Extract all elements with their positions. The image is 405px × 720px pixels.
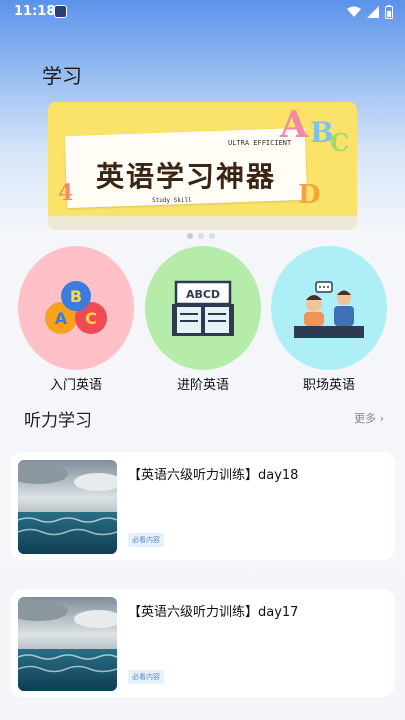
banner-bottom-strip <box>48 216 357 230</box>
app-icon <box>54 5 67 18</box>
page-title: 学习 <box>42 64 82 88</box>
lesson-card[interactable]: 【英语六级听力训练】day18 必看内容 <box>10 452 395 560</box>
more-link[interactable]: 更多 › <box>354 410 384 426</box>
abc-balloons-icon: B A C <box>45 281 107 334</box>
svg-text:B: B <box>70 287 82 306</box>
banner-carousel[interactable]: ULTRA EFFICIENT 英语学习神器 Study Skill A B C… <box>48 102 357 230</box>
more-label: 更多 <box>354 412 377 425</box>
carousel-dots <box>187 233 215 239</box>
category-workplace-english[interactable]: 职场英语 <box>271 246 387 393</box>
carousel-dot[interactable] <box>209 233 215 239</box>
wifi-icon <box>347 6 361 17</box>
category-label: 进阶英语 <box>176 378 229 393</box>
svg-text:C: C <box>85 309 97 328</box>
category-circle: ABCD <box>145 246 261 370</box>
category-label: 入门英语 <box>49 378 102 393</box>
carousel-dot[interactable] <box>187 233 193 239</box>
ocean-image <box>18 460 117 554</box>
lesson-title: 【英语六级听力训练】day17 <box>128 605 299 620</box>
category-label: 职场英语 <box>302 378 355 393</box>
banner-letter-d: D <box>298 180 321 210</box>
category-beginner-english[interactable]: B A C 入门英语 <box>18 246 134 393</box>
battery-icon <box>385 5 393 19</box>
category-circle <box>271 246 387 370</box>
ocean-image <box>18 597 117 691</box>
lesson-thumbnail <box>18 460 117 554</box>
lesson-tag: 必看内容 <box>128 533 164 547</box>
carousel-dot[interactable] <box>198 233 204 239</box>
svg-text:A: A <box>55 309 68 328</box>
signal-icon <box>367 6 379 18</box>
status-icons <box>347 5 393 19</box>
banner-subtitle-2: Study Skill <box>152 197 192 204</box>
category-advanced-english[interactable]: ABCD 进阶英语 <box>145 246 261 393</box>
status-time: 11:18 <box>14 4 56 19</box>
listening-section-header: 听力学习 更多 › <box>24 406 384 432</box>
lesson-thumbnail <box>18 597 117 691</box>
chevron-right-icon: › <box>379 412 384 425</box>
banner-letter-c: C <box>330 128 350 157</box>
lesson-tag: 必看内容 <box>128 670 164 684</box>
banner-letter-a: A <box>280 104 308 146</box>
lesson-title: 【英语六级听力训练】day18 <box>128 468 299 483</box>
svg-text:ABCD: ABCD <box>186 288 220 301</box>
lesson-card[interactable]: 【英语六级听力训练】day17 必看内容 <box>10 589 395 697</box>
office-workers-icon <box>294 281 364 338</box>
banner-number-4: 4 <box>58 180 74 206</box>
section-title: 听力学习 <box>24 411 92 431</box>
category-circle: B A C <box>18 246 134 370</box>
category-row: B A C 入门英语 ABCD 进阶英语 职场英语 <box>18 246 388 396</box>
banner-title: 英语学习神器 <box>96 160 277 193</box>
book-icon: ABCD <box>172 280 234 336</box>
status-bar: 11:18 <box>0 0 405 26</box>
